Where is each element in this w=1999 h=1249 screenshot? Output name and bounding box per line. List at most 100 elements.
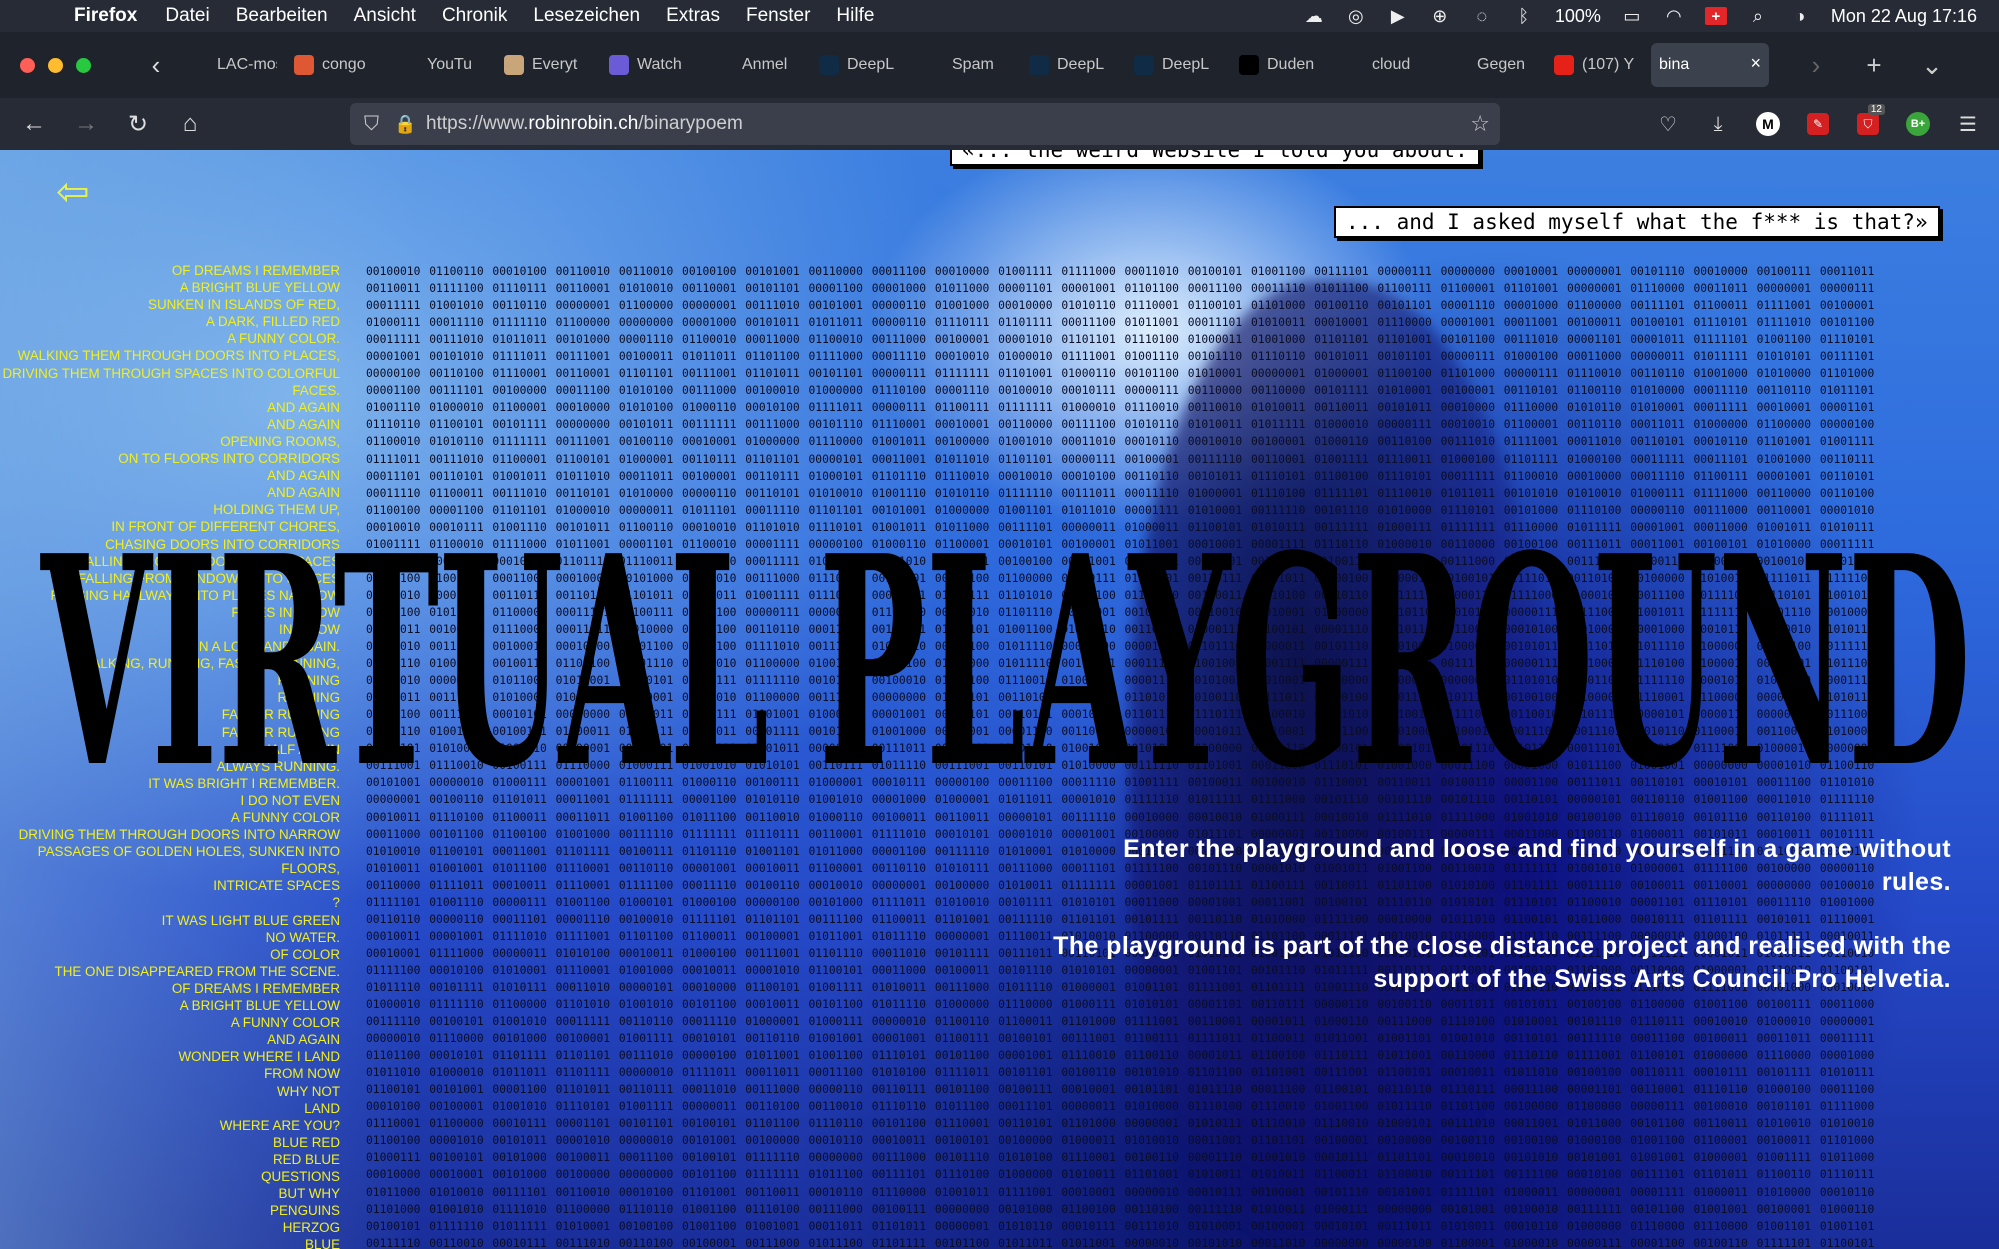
wifi-icon[interactable]: ◠	[1663, 5, 1685, 27]
back-arrow-icon[interactable]: ⇦	[56, 172, 90, 212]
zoom-window-button[interactable]	[76, 57, 91, 73]
tab-0[interactable]: LAC-most	[181, 43, 277, 87]
extension-red-pen-icon[interactable]: ✎	[1801, 104, 1835, 144]
tab-label: (107) Y	[1582, 56, 1635, 73]
tracking-protection-shield-icon[interactable]: ⛉	[364, 113, 394, 136]
menu-hilfe[interactable]: Hilfe	[836, 5, 874, 27]
menu-clock[interactable]: Mon 22 Aug 17:16	[1831, 6, 1977, 27]
tab-label: cloud	[1372, 56, 1411, 73]
cloud-sync-icon[interactable]: ☁	[1303, 5, 1325, 27]
menu-lesezeichen[interactable]: Lesezeichen	[533, 5, 640, 27]
battery-percent: 100%	[1554, 5, 1601, 26]
accessibility-icon[interactable]: ⊕	[1429, 5, 1451, 27]
tab-3[interactable]: Everyt	[496, 43, 592, 87]
tab-7[interactable]: Spam	[916, 43, 1012, 87]
play-status-icon[interactable]: ▶	[1387, 5, 1409, 27]
play-icon	[609, 55, 629, 75]
menu-extras[interactable]: Extras	[666, 5, 720, 27]
menu-bearbeiten[interactable]: Bearbeiten	[236, 5, 328, 27]
tab-label: DeepL	[847, 56, 895, 73]
tab-label: DeepL	[1057, 56, 1105, 73]
tab-scroll-right-icon[interactable]: ›	[1796, 50, 1836, 81]
menu-datei[interactable]: Datei	[165, 5, 209, 27]
grid-icon	[504, 55, 524, 75]
tagline-project-support: The playground is part of the close dist…	[1053, 932, 1951, 993]
tab-label: Watch	[637, 56, 682, 73]
menu-fenster[interactable]: Fenster	[746, 5, 810, 27]
duckduckgo-icon	[294, 55, 314, 75]
tab-1[interactable]: congo	[286, 43, 382, 87]
minimize-window-button[interactable]	[48, 57, 63, 73]
b-icon	[714, 55, 734, 75]
window-controls	[20, 57, 91, 73]
list-all-tabs-chevron-icon[interactable]: ⌄	[1912, 50, 1952, 81]
extension-bplus-icon[interactable]: B+	[1901, 104, 1935, 144]
duden-icon	[1239, 55, 1259, 75]
back-button[interactable]: ←	[14, 104, 54, 144]
speech-bubble-top: «... the weird Website I told you about.	[950, 150, 1480, 166]
url-text[interactable]: https://www.robinrobin.ch/binarypoem	[426, 113, 743, 135]
deepl-icon	[1134, 55, 1154, 75]
deepl-icon	[819, 55, 839, 75]
swirl-status-icon[interactable]: ◎	[1345, 5, 1367, 27]
tab-8[interactable]: DeepL	[1021, 43, 1117, 87]
pocket-icon[interactable]: ♡	[1651, 104, 1685, 144]
tab-2[interactable]: YouTu	[391, 43, 487, 87]
menu-ansicht[interactable]: Ansicht	[354, 5, 416, 27]
control-center-icon[interactable]: ◑	[1789, 5, 1811, 27]
tab-list: LAC-most congo YouTu Everyt Watch Anmel DeepL S…	[181, 43, 1778, 87]
spotlight-search-icon[interactable]: ⌕	[1747, 5, 1769, 27]
tab-13[interactable]: (107) Y	[1546, 43, 1642, 87]
tab-label: congo	[322, 56, 366, 73]
page-viewport: ⇦ OF DREAMS I REMEMBER A BRIGHT BLUE YEL…	[0, 150, 1999, 1249]
speech-bubble-right: ... and I asked myself what the f*** is …	[1334, 206, 1940, 238]
bluetooth-icon[interactable]: ᛒ	[1513, 5, 1535, 27]
headline-text: VIRTUAL PLAYGROUND	[39, 535, 1971, 831]
tab-scroll-left-icon[interactable]: ‹	[131, 50, 181, 81]
reload-button[interactable]: ↻	[118, 104, 158, 144]
address-bar[interactable]: ⛉ 🔒 https://www.robinrobin.ch/binarypoem…	[350, 103, 1500, 145]
airdrop-icon[interactable]: ◌	[1471, 5, 1493, 27]
hamburger-menu-icon[interactable]: ☰	[1951, 104, 1985, 144]
browser-tab-bar: ‹ LAC-most congo YouTu Everyt Watch Anmel Deep…	[0, 32, 1999, 98]
tab-label: LAC-most	[217, 56, 277, 73]
swiss-flag-icon[interactable]: +	[1704, 7, 1727, 25]
tab-4[interactable]: Watch	[601, 43, 697, 87]
ublock-icon[interactable]: ⛉ 12	[1851, 104, 1885, 144]
tab-label: bina	[1659, 56, 1690, 73]
cloud-icon	[1344, 55, 1364, 75]
youtube-icon	[1554, 55, 1574, 75]
downloads-icon[interactable]: ⤓	[1701, 104, 1735, 144]
battery-icon[interactable]: ▭	[1621, 5, 1643, 27]
tab-label: YouTu	[427, 56, 473, 73]
tab-label: Spam	[952, 56, 994, 73]
close-window-button[interactable]	[20, 57, 35, 73]
headline-virtual-playground: VIRTUAL PLAYGROUND	[26, 535, 1986, 835]
tab-6[interactable]: DeepL	[811, 43, 907, 87]
tab-10[interactable]: Duden	[1231, 43, 1327, 87]
tab-label: Anmel	[742, 56, 788, 73]
tagline-enter-playground: Enter the playground and loose and find …	[1123, 835, 1951, 896]
gmail-icon	[924, 55, 944, 75]
home-button[interactable]: ⌂	[170, 104, 210, 144]
swirl-icon	[1449, 55, 1469, 75]
tab-11[interactable]: cloud	[1336, 43, 1432, 87]
menu-app-firefox[interactable]: Firefox	[74, 5, 137, 27]
bookmark-star-icon[interactable]: ☆	[1470, 111, 1490, 137]
extension-m-icon[interactable]: M	[1751, 104, 1785, 144]
triangle-icon	[399, 55, 419, 75]
tab-14[interactable]: bina ×	[1651, 43, 1769, 87]
forward-button[interactable]: →	[66, 104, 106, 144]
tab-5[interactable]: Anmel	[706, 43, 802, 87]
close-tab-icon[interactable]: ×	[1750, 53, 1761, 74]
tab-label: DeepL	[1162, 56, 1210, 73]
page-icon	[189, 55, 209, 75]
tab-12[interactable]: Gegen	[1441, 43, 1537, 87]
tab-label: Gegen	[1477, 56, 1526, 73]
menu-chronik[interactable]: Chronik	[442, 5, 507, 27]
macos-menu-bar: Firefox Datei Bearbeiten Ansicht Chronik…	[0, 0, 1999, 32]
tab-9[interactable]: DeepL	[1126, 43, 1222, 87]
lock-icon[interactable]: 🔒	[394, 114, 426, 135]
browser-nav-bar: ← → ↻ ⌂ ⛉ 🔒 https://www.robinrobin.ch/bi…	[0, 98, 1999, 150]
new-tab-plus-icon[interactable]: +	[1854, 50, 1894, 81]
